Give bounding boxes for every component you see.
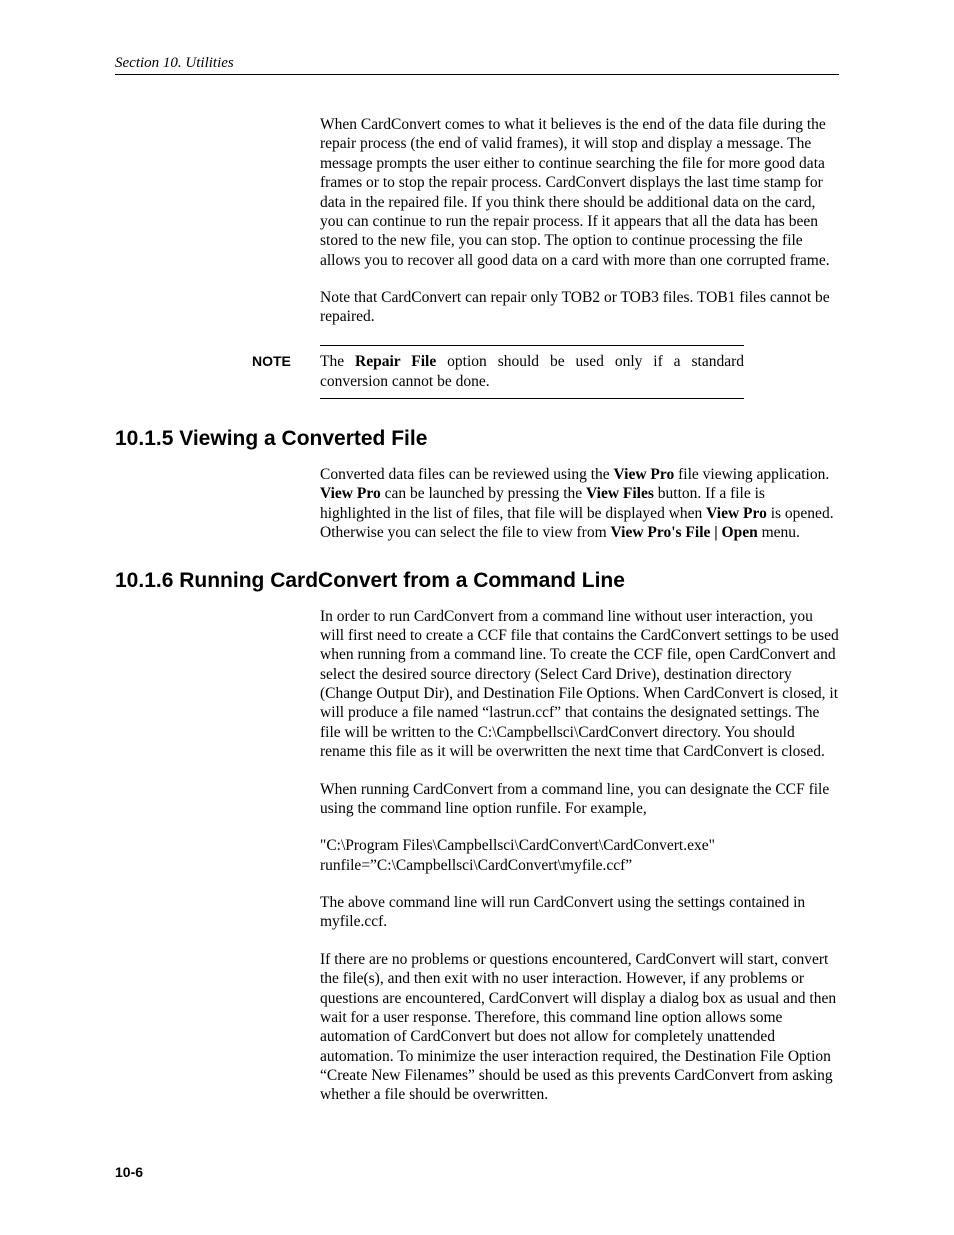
s1-b3: View Files [586, 485, 654, 502]
s1-f: menu. [758, 524, 800, 541]
s1-b4: View Pro [706, 505, 767, 522]
section-10-1-6-body: In order to run CardConvert from a comma… [320, 607, 839, 1105]
note-text: The Repair File option should be used on… [320, 352, 744, 392]
heading-10-1-6: 10.1.6 Running CardConvert from a Comman… [115, 569, 839, 593]
s1-c: can be launched by pressing the [381, 485, 586, 502]
s2-p3: "C:\Program Files\Campbellsci\CardConver… [320, 836, 839, 875]
heading-10-1-5: 10.1.5 Viewing a Converted File [115, 427, 839, 451]
running-header: Section 10. Utilities [115, 55, 839, 72]
s2-p1: In order to run CardConvert from a comma… [320, 607, 839, 762]
s1-b5: View Pro's File | Open [611, 524, 758, 541]
s2-p2: When running CardConvert from a command … [320, 780, 839, 819]
page: Section 10. Utilities When CardConvert c… [0, 0, 954, 1235]
s1-a: Converted data files can be reviewed usi… [320, 466, 614, 483]
header-rule [115, 74, 839, 75]
note-text-a: The [320, 353, 355, 370]
intro-p2: Note that CardConvert can repair only TO… [320, 288, 839, 327]
intro-p1: When CardConvert comes to what it believ… [320, 115, 839, 270]
note-bold: Repair File [355, 353, 436, 370]
intro-block: When CardConvert comes to what it believ… [320, 115, 839, 327]
s1-b2: View Pro [320, 485, 381, 502]
page-number: 10-6 [115, 1164, 143, 1180]
s1-b: file viewing application. [674, 466, 829, 483]
note-rule-bottom [320, 398, 744, 399]
s1-p: Converted data files can be reviewed usi… [320, 465, 839, 543]
s2-p5: If there are no problems or questions en… [320, 950, 839, 1105]
s1-b1: View Pro [614, 466, 675, 483]
note-box: NOTE The Repair File option should be us… [320, 345, 744, 399]
note-label: NOTE [252, 352, 312, 370]
s2-p4: The above command line will run CardConv… [320, 893, 839, 932]
note-row: NOTE The Repair File option should be us… [320, 346, 744, 398]
section-10-1-5-body: Converted data files can be reviewed usi… [320, 465, 839, 543]
